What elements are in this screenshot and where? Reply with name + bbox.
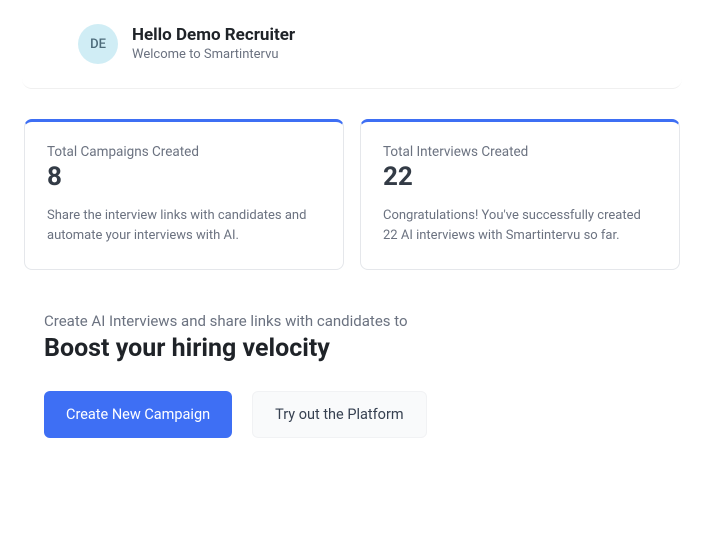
stat-card-campaigns: Total Campaigns Created 8 Share the inte… — [24, 119, 344, 270]
stat-value: 22 — [383, 162, 657, 192]
stat-label: Total Interviews Created — [383, 144, 657, 160]
header-subtitle: Welcome to Smartintervu — [132, 46, 295, 64]
stat-description: Congratulations! You've successfully cre… — [383, 206, 657, 245]
stat-card-interviews: Total Interviews Created 22 Congratulati… — [360, 119, 680, 270]
avatar: DE — [78, 24, 118, 64]
cta-section: Create AI Interviews and share links wit… — [0, 270, 704, 438]
header-texts: Hello Demo Recruiter Welcome to Smartint… — [132, 24, 295, 64]
stat-description: Share the interview links with candidate… — [47, 206, 321, 245]
cta-buttons: Create New Campaign Try out the Platform — [44, 391, 660, 438]
stats-row: Total Campaigns Created 8 Share the inte… — [0, 89, 704, 270]
header-title: Hello Demo Recruiter — [132, 24, 295, 46]
cta-pretitle: Create AI Interviews and share links wit… — [44, 312, 660, 330]
try-platform-button[interactable]: Try out the Platform — [252, 391, 426, 438]
create-campaign-button[interactable]: Create New Campaign — [44, 391, 232, 438]
header: DE Hello Demo Recruiter Welcome to Smart… — [22, 0, 682, 89]
cta-title: Boost your hiring velocity — [44, 334, 660, 363]
stat-label: Total Campaigns Created — [47, 144, 321, 160]
avatar-initials: DE — [90, 37, 106, 52]
stat-value: 8 — [47, 162, 321, 192]
